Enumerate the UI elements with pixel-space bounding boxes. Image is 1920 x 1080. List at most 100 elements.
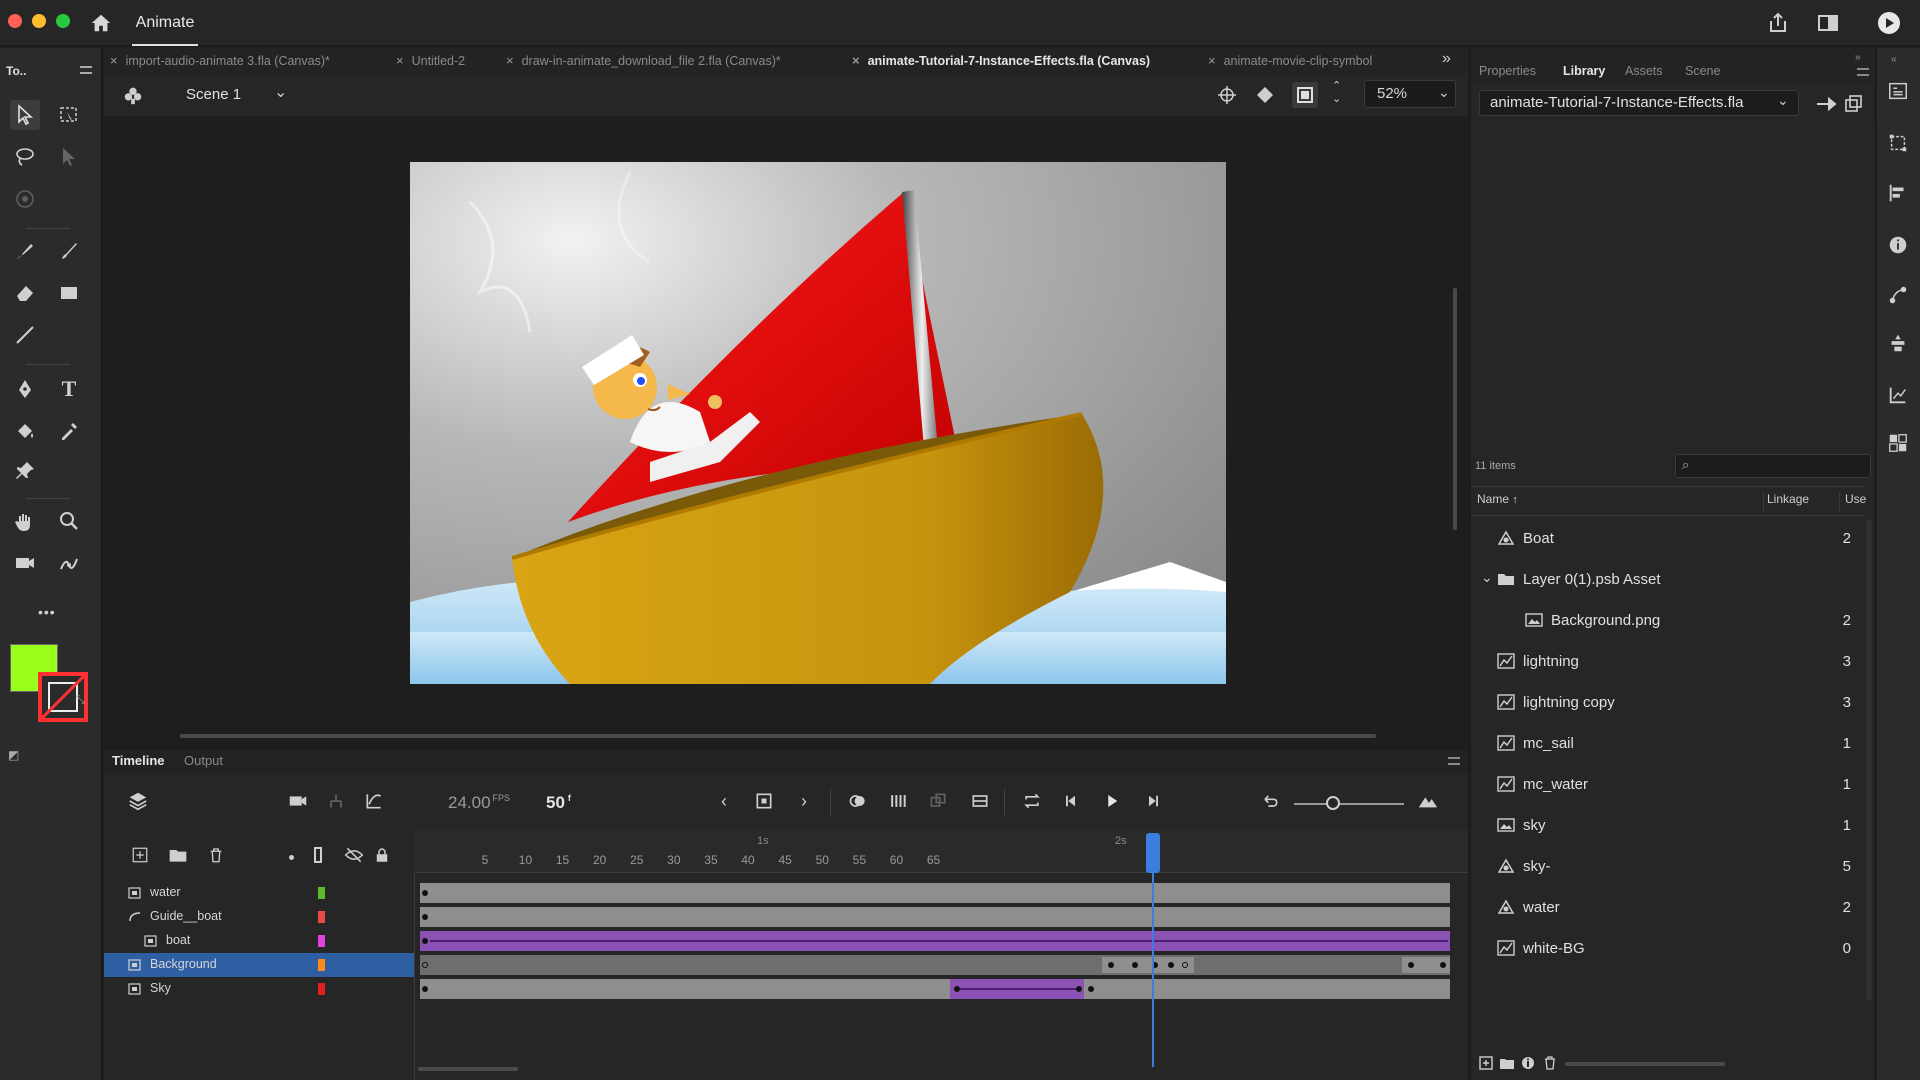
playhead-handle[interactable] (1146, 833, 1160, 873)
home-icon[interactable] (90, 12, 112, 34)
tabs-overflow-icon[interactable]: » (1442, 50, 1451, 68)
layer-row-background[interactable]: Background (104, 953, 414, 977)
camera-tool-icon[interactable] (10, 548, 40, 578)
expand-panels-icon[interactable]: « (1891, 54, 1897, 65)
frames-row-water[interactable] (420, 883, 1450, 903)
edit-multiple-frames-icon[interactable] (884, 787, 912, 815)
delete-layer-icon[interactable] (202, 841, 230, 869)
column-header-linkage[interactable]: Linkage (1767, 492, 1809, 506)
doc-tab-5[interactable]: × animate-movie-clip-symbol (1208, 48, 1372, 74)
3d-rotation-tool-icon[interactable] (10, 184, 40, 214)
library-horizontal-scrollbar[interactable] (1565, 1062, 1725, 1066)
properties-panel-icon[interactable] (1887, 80, 1911, 104)
rectangle-tool-icon[interactable] (54, 278, 84, 308)
layer-row-boat[interactable]: boat (104, 929, 414, 953)
hide-layers-icon[interactable] (340, 841, 368, 869)
keyframe[interactable] (422, 938, 428, 944)
minimize-window-button[interactable] (32, 14, 46, 28)
tab-library[interactable]: Library (1563, 64, 1605, 78)
layers-icon[interactable] (124, 787, 152, 815)
swap-colors-icon[interactable]: ⤡ (76, 694, 86, 706)
previous-keyframe-icon[interactable]: ‹ (710, 787, 738, 815)
outline-layers-icon[interactable] (314, 847, 322, 863)
camera-icon[interactable] (284, 787, 312, 815)
subselection-tool-icon[interactable] (54, 142, 84, 172)
frame-readout[interactable]: 50 f (546, 793, 571, 813)
pen-tool-icon[interactable] (10, 374, 40, 404)
new-folder-icon[interactable] (1499, 1056, 1515, 1070)
clip-content-icon[interactable] (1292, 82, 1318, 108)
library-item[interactable]: Background.png 2 (1471, 602, 1865, 638)
library-item[interactable]: white-BG 0 (1471, 930, 1865, 966)
timeline-horizontal-scrollbar[interactable] (418, 1067, 518, 1071)
create-tween-icon[interactable] (924, 787, 952, 815)
library-item[interactable]: water 2 (1471, 889, 1865, 925)
play-icon[interactable] (1098, 787, 1126, 815)
default-colors-icon[interactable]: ◩ (8, 748, 22, 762)
layer-color-swatch[interactable] (318, 911, 325, 923)
stage-horizontal-scrollbar[interactable] (180, 734, 1376, 738)
chevron-down-icon[interactable]: ⌄ (1481, 569, 1493, 586)
empty-keyframe[interactable] (1182, 962, 1188, 968)
pin-library-icon[interactable] (1815, 94, 1837, 114)
library-scrollbar[interactable] (1866, 520, 1872, 1000)
pin-tool-icon[interactable] (10, 456, 40, 486)
step-back-icon[interactable] (1058, 787, 1086, 815)
eyedropper-tool-icon[interactable] (54, 416, 84, 446)
library-item[interactable]: lightning copy 3 (1471, 684, 1865, 720)
column-header-name[interactable]: Name ↑ (1477, 492, 1518, 506)
center-stage-icon[interactable] (1216, 84, 1238, 106)
keyframe-cluster[interactable] (1102, 957, 1194, 973)
swatches-panel-icon[interactable] (1887, 432, 1911, 456)
library-search-input[interactable]: ⌕ (1675, 454, 1871, 478)
parenting-icon[interactable] (322, 787, 350, 815)
insert-keyframe-icon[interactable] (750, 787, 778, 815)
keyframe[interactable] (1408, 962, 1414, 968)
properties-icon[interactable] (1521, 1056, 1535, 1070)
frames-row-background[interactable] (420, 955, 1450, 975)
scene-selector[interactable]: Scene 1 (186, 86, 241, 103)
library-item[interactable]: Boat 2 (1471, 520, 1865, 556)
line-tool-icon[interactable] (10, 320, 40, 350)
keyframe[interactable] (422, 914, 428, 920)
doc-tab-2[interactable]: × Untitled-2 (396, 48, 465, 74)
stage-vertical-scrollbar[interactable] (1453, 288, 1457, 530)
workspace-icon[interactable] (1816, 11, 1840, 35)
close-tab-icon[interactable]: × (506, 53, 514, 68)
keyframe[interactable] (1108, 962, 1114, 968)
graph-icon[interactable] (360, 787, 388, 815)
zoom-tool-icon[interactable] (54, 506, 84, 536)
panel-menu-icon[interactable] (1448, 757, 1460, 765)
library-document-select[interactable]: animate-Tutorial-7-Instance-Effects.fla (1479, 90, 1799, 116)
paint-brush-tool-icon[interactable] (54, 236, 84, 266)
new-layer-icon[interactable] (126, 841, 154, 869)
maximize-window-button[interactable] (56, 14, 70, 28)
frames-row-guide-boat[interactable] (420, 907, 1450, 927)
loop-icon[interactable] (1018, 787, 1046, 815)
delete-icon[interactable] (1543, 1056, 1557, 1070)
close-window-button[interactable] (8, 14, 22, 28)
layer-color-swatch[interactable] (318, 887, 325, 899)
highlight-layers-icon[interactable] (289, 855, 294, 860)
library-item[interactable]: sky- 5 (1471, 848, 1865, 884)
new-folder-icon[interactable] (164, 841, 192, 869)
column-header-use[interactable]: Use (1845, 492, 1866, 506)
library-item[interactable]: lightning 3 (1471, 643, 1865, 679)
keyframe[interactable] (1076, 986, 1082, 992)
collapse-panel-icon[interactable]: » (1855, 52, 1861, 63)
fluid-brush-tool-icon[interactable] (10, 236, 40, 266)
align-panel-icon[interactable] (1887, 182, 1911, 206)
next-keyframe-icon[interactable]: › (790, 787, 818, 815)
scene-icon[interactable] (122, 84, 144, 106)
hand-tool-icon[interactable] (10, 506, 40, 536)
close-tab-icon[interactable]: × (110, 53, 118, 68)
info-panel-icon[interactable] (1887, 234, 1911, 258)
zoom-stepper-icon[interactable]: ⌃ ⌄ (1332, 80, 1341, 106)
layer-color-swatch[interactable] (318, 959, 325, 971)
empty-keyframe[interactable] (422, 962, 428, 968)
tab-output[interactable]: Output (184, 753, 223, 768)
library-item[interactable]: ⌄ Layer 0(1).psb Asset (1471, 561, 1865, 597)
doc-tab-4[interactable]: × animate-Tutorial-7-Instance-Effects.fla… (852, 48, 1150, 74)
chevron-down-icon[interactable]: ⌄ (1438, 84, 1450, 101)
onion-skin-icon[interactable] (844, 787, 872, 815)
